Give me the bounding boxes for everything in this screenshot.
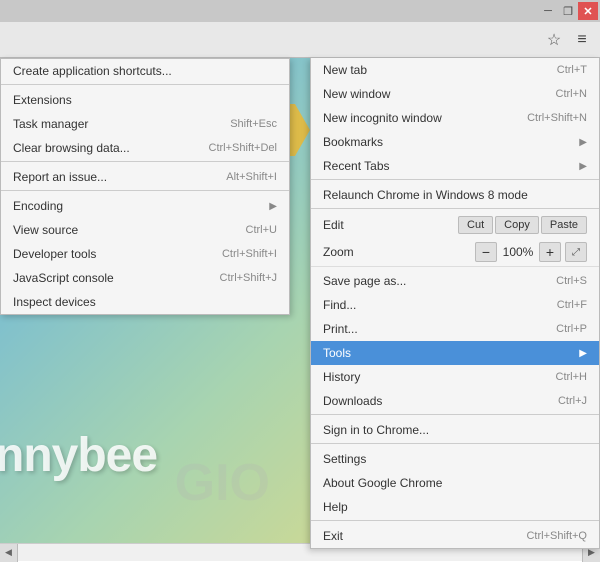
menu-item-exit[interactable]: Exit Ctrl+Shift+Q xyxy=(311,524,599,548)
copy-button[interactable]: Copy xyxy=(495,216,539,234)
menu-item-save-page[interactable]: Save page as... Ctrl+S xyxy=(311,269,599,293)
menu-item-new-incognito[interactable]: New incognito window Ctrl+Shift+N xyxy=(311,106,599,130)
restore-button[interactable]: ❐ xyxy=(558,2,578,20)
submenu-item-view-source[interactable]: View source Ctrl+U xyxy=(1,218,289,242)
zoom-plus-button[interactable]: + xyxy=(539,242,561,262)
menu-item-help[interactable]: Help xyxy=(311,495,599,521)
submenu-item-clear-browsing[interactable]: Clear browsing data... Ctrl+Shift+Del xyxy=(1,136,289,162)
submenu-item-extensions[interactable]: Extensions xyxy=(1,88,289,112)
title-bar: ─ ❐ ✕ xyxy=(0,0,600,22)
brand-text: nnybee xyxy=(0,428,157,483)
submenu-item-inspect-devices[interactable]: Inspect devices xyxy=(1,290,289,314)
minimize-button[interactable]: ─ xyxy=(538,2,558,20)
submenu-item-developer-tools[interactable]: Developer tools Ctrl+Shift+I xyxy=(1,242,289,266)
menu-item-recent-tabs[interactable]: Recent Tabs ▶ xyxy=(311,154,599,180)
browser-toolbar: ☆ ≡ xyxy=(0,22,600,58)
menu-item-bookmarks[interactable]: Bookmarks ▶ xyxy=(311,130,599,154)
chrome-main-menu: New tab Ctrl+T New window Ctrl+N New inc… xyxy=(310,58,600,549)
menu-item-new-window[interactable]: New window Ctrl+N xyxy=(311,82,599,106)
watermark-text: GIO xyxy=(175,453,270,513)
scroll-left-arrow[interactable]: ◀ xyxy=(0,544,18,562)
menu-item-history[interactable]: History Ctrl+H xyxy=(311,365,599,389)
menu-item-tools[interactable]: Tools ▶ xyxy=(311,341,599,365)
menu-item-print[interactable]: Print... Ctrl+P xyxy=(311,317,599,341)
menu-item-about[interactable]: About Google Chrome xyxy=(311,471,599,495)
submenu-item-js-console[interactable]: JavaScript console Ctrl+Shift+J xyxy=(1,266,289,290)
menu-item-settings[interactable]: Settings xyxy=(311,447,599,471)
tools-submenu: Create application shortcuts... Extensio… xyxy=(0,58,290,315)
close-button[interactable]: ✕ xyxy=(578,2,598,20)
menu-item-downloads[interactable]: Downloads Ctrl+J xyxy=(311,389,599,415)
bookmark-star-icon[interactable]: ☆ xyxy=(540,26,568,54)
paste-button[interactable]: Paste xyxy=(541,216,587,234)
menu-item-signin[interactable]: Sign in to Chrome... xyxy=(311,418,599,444)
zoom-minus-button[interactable]: − xyxy=(475,242,497,262)
menu-item-relaunch[interactable]: Relaunch Chrome in Windows 8 mode xyxy=(311,183,599,209)
submenu-item-report-issue[interactable]: Report an issue... Alt+Shift+I xyxy=(1,165,289,191)
submenu-item-create-shortcuts[interactable]: Create application shortcuts... xyxy=(1,59,289,85)
submenu-item-task-manager[interactable]: Task manager Shift+Esc xyxy=(1,112,289,136)
chrome-menu-icon[interactable]: ≡ xyxy=(568,26,596,54)
zoom-percent: 100% xyxy=(501,245,535,259)
zoom-fullscreen-button[interactable]: ⤢ xyxy=(565,242,587,262)
menu-item-find[interactable]: Find... Ctrl+F xyxy=(311,293,599,317)
zoom-row: Zoom − 100% + ⤢ xyxy=(311,238,599,267)
edit-row: Edit Cut Copy Paste xyxy=(311,212,599,238)
menu-item-new-tab[interactable]: New tab Ctrl+T xyxy=(311,58,599,82)
submenu-item-encoding[interactable]: Encoding ▶ xyxy=(1,194,289,218)
cut-button[interactable]: Cut xyxy=(458,216,493,234)
